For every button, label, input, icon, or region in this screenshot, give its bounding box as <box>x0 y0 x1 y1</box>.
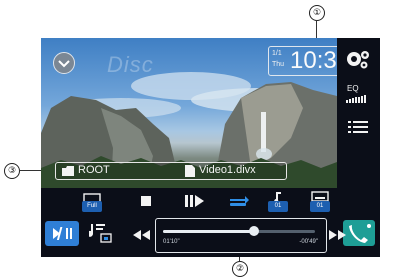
seek-bar-track[interactable] <box>163 226 315 236</box>
seek-bar-knob[interactable] <box>249 226 260 236</box>
play-pause-button[interactable] <box>45 221 79 246</box>
eq-bars-icon[interactable] <box>346 95 368 103</box>
play-pause-icon <box>53 227 72 240</box>
clock-time: 10:32 <box>290 47 337 74</box>
media-switch-icon[interactable] <box>89 222 113 244</box>
device-screen: Disc 1/1 Thu 10:32 ROOT Video1.divx <box>41 38 380 257</box>
screen-mode-control[interactable]: Full <box>81 190 103 214</box>
stop-icon[interactable] <box>139 194 153 208</box>
eq-label[interactable]: EQ <box>347 84 359 93</box>
clock-display: 1/1 Thu 10:32 <box>268 46 337 76</box>
pause-step-icon[interactable] <box>184 194 206 208</box>
list-icon[interactable] <box>348 120 368 136</box>
disc-watermark: Disc <box>107 52 154 77</box>
file-name: Video1.divx <box>199 164 256 176</box>
screen-mode-tab: Full <box>82 201 102 212</box>
gears-icon[interactable] <box>343 46 373 72</box>
repeat-icon[interactable] <box>227 193 251 209</box>
rewind-icon[interactable] <box>131 229 151 241</box>
file-icon <box>185 165 195 177</box>
audio-track-control[interactable]: 01 <box>267 189 289 214</box>
source-menu-button[interactable] <box>53 52 75 74</box>
right-sidebar: EQ <box>337 38 380 257</box>
playback-controls: Full 01 01 01'10" -00'49" <box>41 188 346 257</box>
folder-icon <box>62 166 74 176</box>
fast-forward-icon[interactable] <box>328 229 348 241</box>
seek-bar-progress <box>163 230 255 233</box>
seek-bar-area[interactable]: 01'10" -00'49" <box>155 218 327 253</box>
folder-name: ROOT <box>78 164 110 176</box>
subtitle-tab: 01 <box>310 201 330 212</box>
subtitle-control[interactable]: 01 <box>309 189 331 214</box>
video-playback-area[interactable]: Disc 1/1 Thu 10:32 ROOT Video1.divx <box>41 38 337 188</box>
elapsed-time: 01'10" <box>163 239 180 245</box>
callout-3: ③ <box>4 163 20 179</box>
callout-2: ② <box>232 261 248 277</box>
chevron-down-icon <box>58 60 70 68</box>
file-path-indicator: ROOT Video1.divx <box>55 162 287 180</box>
callout-1: ① <box>309 5 325 21</box>
clock-date-top: 1/1 <box>272 50 282 57</box>
audio-track-tab: 01 <box>268 201 288 212</box>
clock-date-bottom: Thu <box>272 61 285 68</box>
remaining-time: -00'49" <box>299 239 318 245</box>
